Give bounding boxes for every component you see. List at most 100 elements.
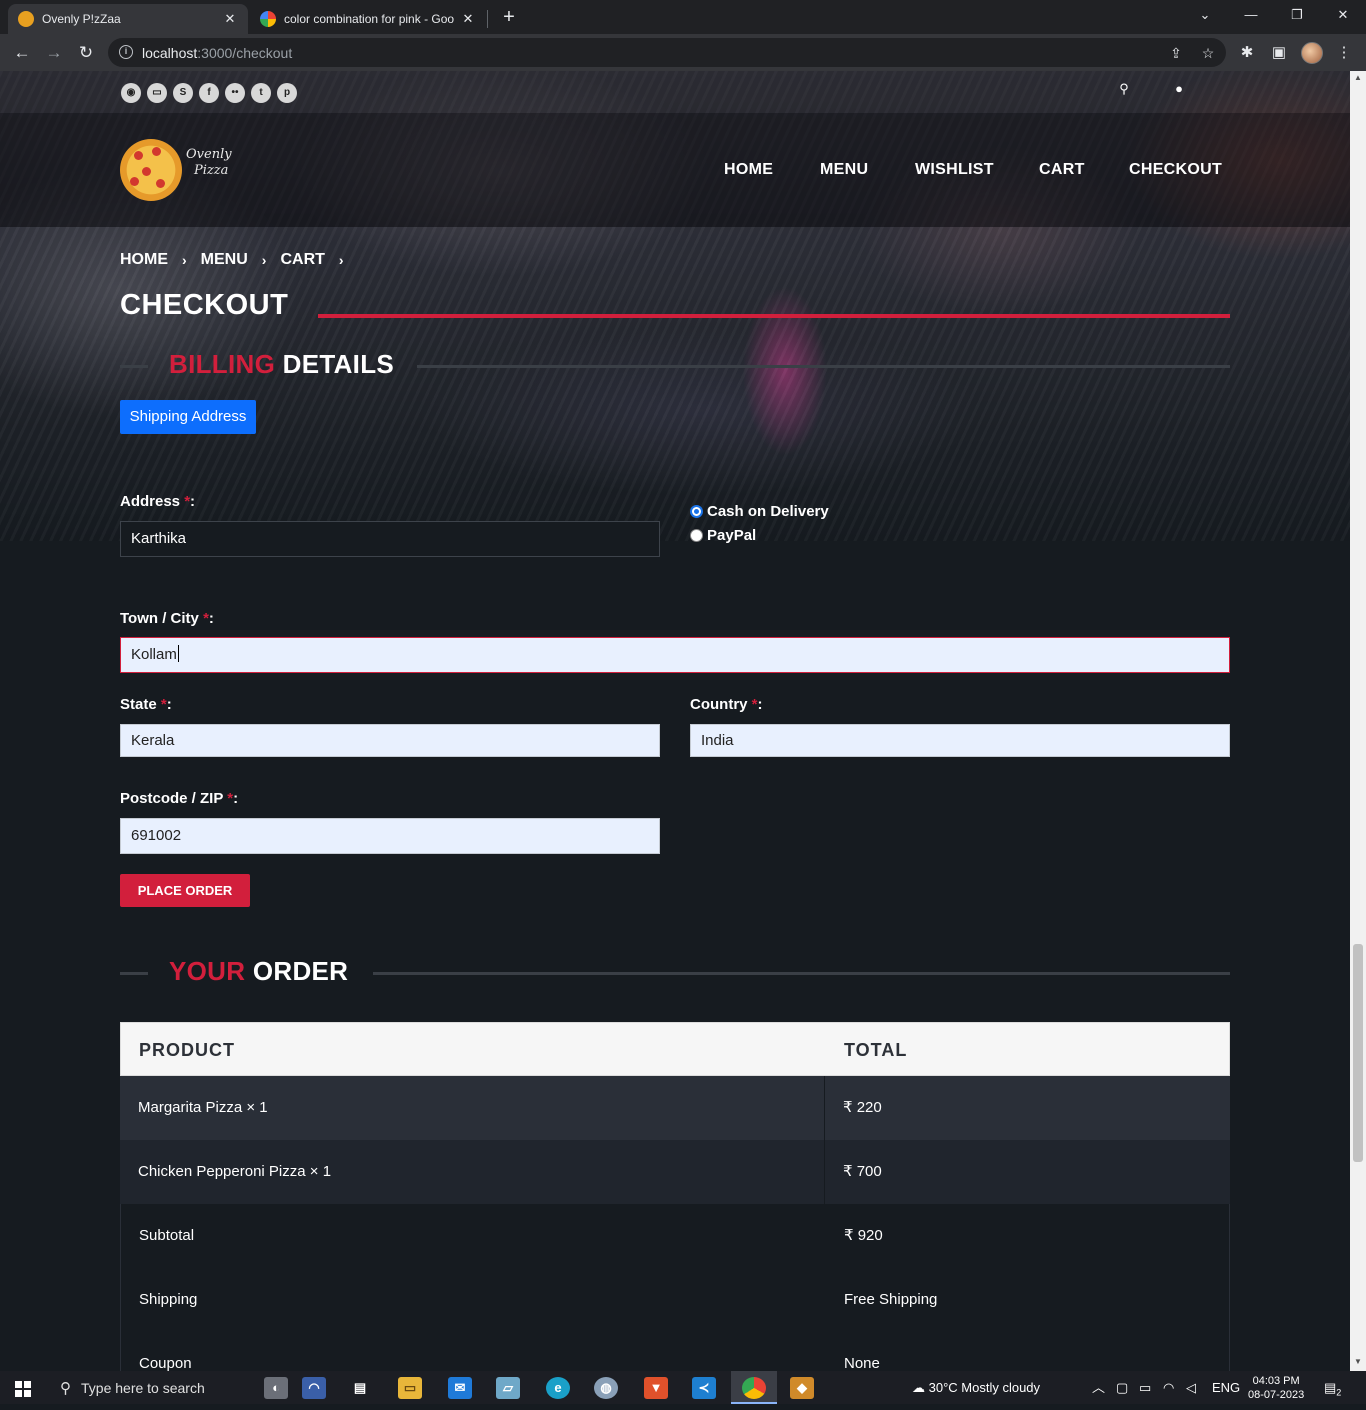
reload-icon[interactable]: ↻ (73, 40, 99, 66)
summary-value: ₹ 920 (844, 1227, 883, 1244)
language-indicator[interactable]: ENG (1212, 1371, 1240, 1404)
task-view-icon[interactable]: ▤ (348, 1377, 372, 1399)
windows-start-icon[interactable] (15, 1381, 31, 1397)
state-field[interactable]: Kerala (120, 724, 660, 757)
close-tab-icon[interactable]: ✕ (222, 11, 238, 27)
nav-menu[interactable]: MENU (820, 161, 868, 179)
shipping-address-button[interactable]: Shipping Address (120, 400, 256, 434)
tab-search-icon[interactable]: ⌄ (1182, 0, 1228, 30)
chevron-right-icon: › (261, 252, 267, 268)
label-text: Town / City (120, 610, 204, 627)
vscode-icon[interactable]: ≺ (692, 1377, 716, 1399)
required-mark: * (184, 493, 191, 510)
tab-google-search[interactable]: color combination for pink - Goo ✕ (250, 4, 486, 34)
required-mark: * (751, 696, 758, 713)
scrollbar-thumb[interactable] (1353, 944, 1363, 1162)
close-tab-icon[interactable]: ✕ (460, 11, 476, 27)
new-tab-button[interactable]: + (498, 6, 520, 28)
nav-checkout[interactable]: CHECKOUT (1129, 161, 1222, 179)
taskbar-search[interactable]: ⚲ Type here to search (48, 1371, 248, 1404)
headset-app-icon[interactable]: ◠ (302, 1377, 326, 1399)
scroll-down-icon[interactable]: ▼ (1354, 1357, 1362, 1366)
radio-unselected-icon[interactable] (690, 529, 703, 542)
weather-widget[interactable]: ☁ 30°C Mostly cloudy (912, 1371, 1040, 1404)
facebook-icon[interactable]: f (199, 83, 219, 103)
heading-accent: YOUR (169, 956, 246, 986)
search-icon[interactable]: ⚲ (1116, 81, 1132, 97)
show-hidden-icons-icon[interactable]: ︿ (1092, 1371, 1105, 1404)
breadcrumb-cart[interactable]: CART (280, 251, 324, 269)
brave-browser-icon[interactable]: ▼ (644, 1377, 668, 1399)
product-cell: Chicken Pepperoni Pizza × 1 (120, 1140, 825, 1204)
table-row: Margarita Pizza × 1 ₹ 220 (120, 1076, 1230, 1140)
nav-home[interactable]: HOME (724, 161, 773, 179)
close-window-button[interactable]: ✕ (1320, 0, 1366, 30)
game-app-icon[interactable]: ◐ (264, 1377, 288, 1399)
title-underline (318, 314, 1230, 318)
side-panel-icon[interactable]: ▣ (1268, 42, 1290, 64)
summary-value: None (844, 1355, 880, 1371)
taskbar-clock[interactable]: 04:03 PM 08-07-2023 (1248, 1374, 1304, 1402)
wifi-icon[interactable]: ◠ (1163, 1371, 1174, 1404)
extensions-puzzle-icon[interactable]: ✱ (1236, 42, 1258, 64)
forward-arrow-icon[interactable]: → (41, 40, 67, 66)
city-field[interactable]: Kollam (120, 637, 1230, 673)
summary-label: Subtotal (139, 1227, 195, 1244)
git-app-icon[interactable]: ◆ (790, 1377, 814, 1399)
minimize-button[interactable]: — (1228, 0, 1274, 30)
scroll-up-icon[interactable]: ▲ (1354, 73, 1362, 82)
url-text[interactable]: localhost:3000/checkout (142, 45, 292, 61)
notification-center-icon[interactable]: ▤2 (1324, 1371, 1341, 1404)
nav-cart[interactable]: CART (1039, 161, 1085, 179)
payment-option-paypal[interactable]: PayPal (690, 527, 756, 544)
clock-date: 08-07-2023 (1248, 1389, 1305, 1401)
restore-button[interactable]: ❐ (1274, 0, 1320, 30)
address-bar[interactable]: i localhost:3000/checkout ⇪ ☆ (108, 38, 1226, 67)
column-header-total: TOTAL (844, 1040, 908, 1060)
url-path: :3000/checkout (197, 45, 293, 61)
meet-icon[interactable]: ▢ (1116, 1371, 1128, 1404)
breadcrumb-home[interactable]: HOME (120, 251, 168, 269)
back-arrow-icon[interactable]: ← (9, 40, 35, 66)
mail-icon[interactable]: ✉ (448, 1377, 472, 1399)
flickr-icon[interactable]: •• (225, 83, 245, 103)
share-icon[interactable]: ⇪ (1166, 43, 1186, 63)
edge-browser-icon[interactable]: e (546, 1377, 570, 1399)
page-scrollbar[interactable]: ▲ ▼ (1350, 71, 1366, 1371)
logo-text-line-1: Ovenly (186, 147, 232, 162)
summary-value: Free Shipping (844, 1291, 938, 1308)
kebab-menu-icon[interactable]: ⋮ (1333, 42, 1355, 64)
tab-title: Ovenly P!zZaa (42, 12, 121, 26)
pizza-logo-icon[interactable] (120, 139, 182, 201)
breadcrumb-menu[interactable]: MENU (201, 251, 248, 269)
profile-avatar[interactable] (1301, 42, 1323, 64)
browser-toolbar: ← → ↻ i localhost:3000/checkout ⇪ ☆ ✱ ▣ … (0, 34, 1366, 71)
skype-icon[interactable]: S (173, 83, 193, 103)
state-label: State *: (120, 696, 172, 713)
logo-text[interactable]: Ovenly Pizza (186, 147, 232, 179)
rss-icon[interactable]: ◉ (121, 83, 141, 103)
paint-app-icon[interactable]: ◍ (594, 1377, 618, 1399)
place-order-button[interactable]: PLACE ORDER (120, 874, 250, 907)
site-info-icon[interactable]: i (119, 45, 133, 59)
twitter-icon[interactable]: t (251, 83, 271, 103)
payment-option-cod[interactable]: Cash on Delivery (690, 503, 829, 520)
battery-icon[interactable]: ▭ (1139, 1371, 1151, 1404)
zip-field[interactable]: 691002 (120, 818, 660, 854)
nav-wishlist[interactable]: WISHLIST (915, 161, 994, 179)
radio-selected-icon[interactable] (690, 505, 703, 518)
user-icon[interactable]: ● (1171, 81, 1187, 97)
country-field[interactable]: India (690, 724, 1230, 757)
pinterest-icon[interactable]: p (277, 83, 297, 103)
chat-icon[interactable]: ▭ (147, 83, 167, 103)
volume-muted-icon[interactable]: ◁ (1186, 1371, 1196, 1404)
section-rule-right (373, 972, 1230, 975)
file-explorer-icon[interactable]: ▭ (398, 1377, 422, 1399)
chrome-icon[interactable] (742, 1377, 766, 1399)
notepad-icon[interactable]: ▱ (496, 1377, 520, 1399)
address-field[interactable]: Karthika (120, 521, 660, 557)
bookmark-star-icon[interactable]: ☆ (1198, 43, 1218, 63)
heading-accent: BILLING (169, 349, 276, 379)
tab-ovenly-pizza[interactable]: Ovenly P!zZaa ✕ (8, 4, 248, 34)
section-rule-left (120, 365, 148, 368)
